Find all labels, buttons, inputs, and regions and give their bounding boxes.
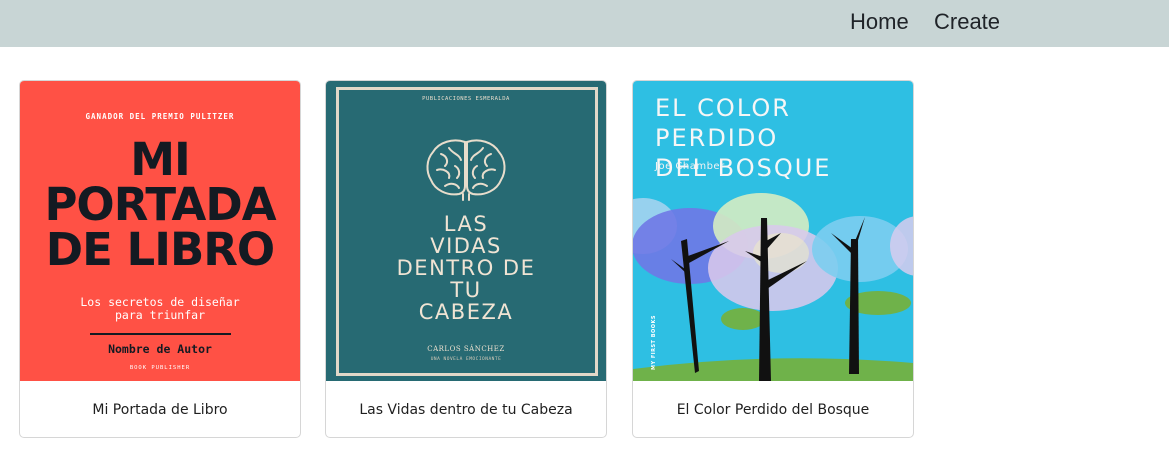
cover-title-line: EL COLOR PERDIDO <box>655 94 791 152</box>
book-title: Mi Portada de Libro <box>92 402 228 418</box>
cover-author: CARLOS SÁNCHEZ <box>427 345 505 353</box>
cover-title: MI PORTADA DE LIBRO <box>20 137 300 272</box>
cover-title-line: DENTRO DE <box>396 256 536 280</box>
cover-publisher-logo: MY FIRST BOOKS <box>651 315 657 371</box>
cover-title-line: DE LIBRO <box>45 223 275 276</box>
cover-author: Joe Chamber <box>655 161 725 172</box>
cover-title-line: VIDAS <box>430 234 502 258</box>
book-card[interactable]: PUBLICACIONES ESMERALDA LAS VIDAS DENTRO… <box>325 80 607 438</box>
book-card[interactable]: EL COLOR PERDIDO DEL BOSQUE Joe Chamber … <box>632 80 914 438</box>
cover-publisher: BOOK PUBLISHER <box>129 365 191 371</box>
book-title: El Color Perdido del Bosque <box>676 402 870 418</box>
nav-home-link[interactable]: Home <box>850 8 909 36</box>
brain-icon <box>426 139 506 201</box>
cover-publisher: PUBLICACIONES ESMERALDA <box>422 96 510 102</box>
book-title: Las Vidas dentro de tu Cabeza <box>359 402 573 418</box>
cover-subtitle: Los secretos de diseñar para triunfar <box>20 296 300 322</box>
cover-author: Nombre de Autor <box>108 342 212 356</box>
book-cover-image: PUBLICACIONES ESMERALDA LAS VIDAS DENTRO… <box>326 81 606 381</box>
cover-title: LAS VIDAS DENTRO DE TU CABEZA <box>326 213 606 323</box>
nav-create-link[interactable]: Create <box>934 8 1000 36</box>
cover-title-line: LAS <box>443 212 489 236</box>
cover-title-line: CABEZA <box>418 300 514 324</box>
top-navbar: Home Create <box>0 0 1169 47</box>
cover-subtitle-line: para triunfar <box>114 308 205 322</box>
cover-title-line: PORTADA <box>44 178 276 231</box>
book-cover-image: GANADOR DEL PREMIO PULITZER MI PORTADA D… <box>20 81 300 381</box>
cover-tagline: UNA NOVELA EMOCIONANTE <box>430 357 502 362</box>
cover-title-line: TU <box>450 278 482 302</box>
cover-divider <box>90 333 231 335</box>
book-card[interactable]: GANADOR DEL PREMIO PULITZER MI PORTADA D… <box>19 80 301 438</box>
cover-award-text: GANADOR DEL PREMIO PULITZER <box>85 112 235 121</box>
book-cover-image: EL COLOR PERDIDO DEL BOSQUE Joe Chamber … <box>633 81 913 381</box>
cover-title-line: MI <box>130 133 191 186</box>
